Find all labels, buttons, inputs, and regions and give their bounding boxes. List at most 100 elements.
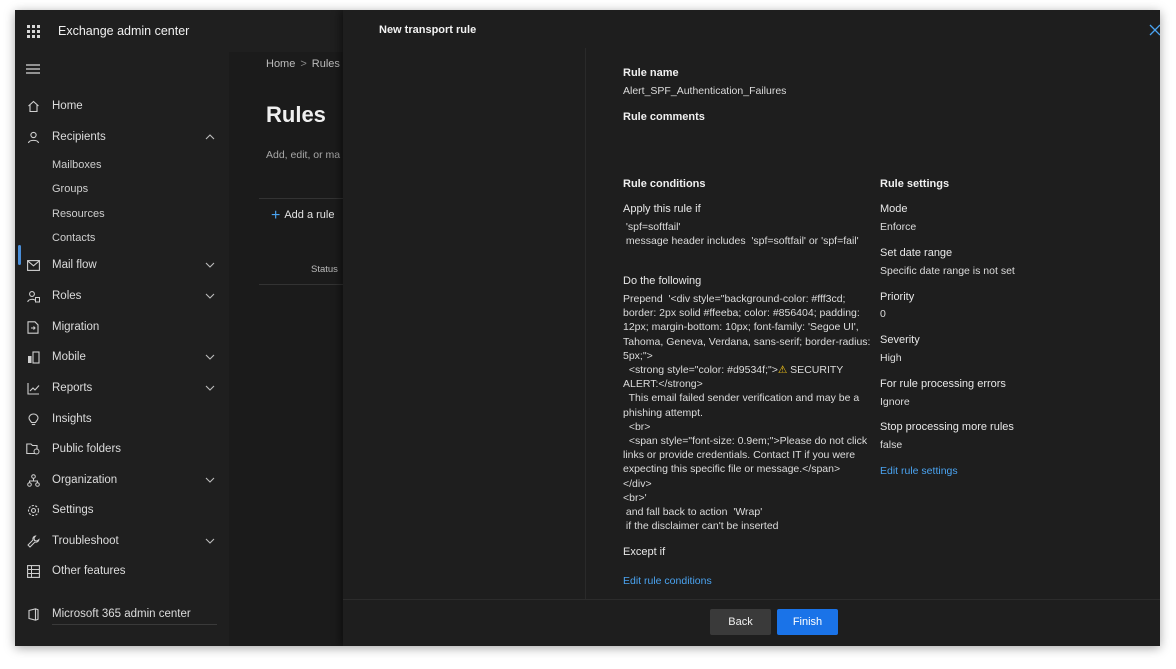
app-title: Exchange admin center	[58, 24, 190, 38]
rule-comments-label: Rule comments	[623, 111, 705, 123]
exchange-admin-window: Exchange admin center Home Recipients Ma…	[15, 10, 1160, 646]
person-icon	[26, 130, 40, 144]
apply-rule-if-value: 'spf=softfail' message header includes '…	[625, 221, 859, 248]
close-icon[interactable]	[1149, 24, 1160, 36]
rules-page: Home > Rules Rules Add, edit, or ma + Add a…	[229, 52, 343, 646]
nav-item-label: Troubleshoot	[52, 535, 119, 547]
add-rule-label: Add a rule	[284, 209, 335, 221]
status-column-header[interactable]: Status	[311, 264, 338, 275]
nav-item-label: Recipients	[52, 131, 106, 143]
nav-subitem-contacts[interactable]: Contacts	[52, 232, 95, 244]
public-folder-icon	[26, 442, 40, 456]
nav-item-settings[interactable]: Settings	[15, 497, 229, 523]
nav-item-label: Mail flow	[52, 259, 97, 271]
rule-conditions-heading: Rule conditions	[623, 178, 706, 190]
nav-subitem-groups[interactable]: Groups	[52, 183, 88, 195]
nav-subitem-resources[interactable]: Resources	[52, 208, 105, 220]
chevron-down-icon[interactable]	[205, 260, 215, 270]
grid-icon	[26, 564, 40, 578]
rule-name-value: Alert_SPF_Authentication_Failures	[623, 85, 787, 97]
mail-icon	[26, 258, 40, 272]
left-navigation: Home Recipients Mailboxes Groups Resourc…	[15, 52, 229, 646]
rule-name-label: Rule name	[623, 67, 679, 79]
chevron-down-icon[interactable]	[205, 352, 215, 362]
mobile-icon	[26, 350, 40, 364]
priority-label: Priority	[880, 291, 915, 303]
do-the-following-label: Do the following	[623, 275, 702, 287]
mode-label: Mode	[880, 203, 908, 215]
migration-icon	[26, 320, 40, 334]
stop-processing-label: Stop processing more rules	[880, 421, 1014, 433]
roles-icon	[26, 289, 40, 303]
action-text-part2: SECURITY	[787, 364, 844, 377]
lightbulb-icon	[26, 412, 40, 426]
date-range-value: Specific date range is not set	[880, 265, 1015, 277]
nav-item-label: Other features	[52, 565, 126, 577]
nav-item-recipients[interactable]: Recipients	[15, 124, 229, 150]
nav-item-migration[interactable]: Migration	[15, 314, 229, 340]
except-if-label: Except if	[623, 546, 666, 558]
breadcrumb: Home > Rules	[266, 58, 340, 70]
rules-divider	[259, 198, 343, 199]
nav-item-label: Public folders	[52, 443, 122, 455]
plus-icon: +	[271, 206, 281, 224]
nav-subitem-mailboxes[interactable]: Mailboxes	[52, 159, 102, 171]
back-button[interactable]: Back	[710, 609, 771, 635]
chevron-down-icon[interactable]	[205, 475, 215, 485]
finish-button[interactable]: Finish	[777, 609, 838, 635]
mode-value: Enforce	[880, 221, 917, 233]
page-title: Rules	[266, 102, 326, 127]
apply-rule-if-label: Apply this rule if	[623, 203, 701, 215]
nav-item-troubleshoot[interactable]: Troubleshoot	[15, 528, 229, 554]
panel-title: New transport rule	[379, 24, 477, 36]
breadcrumb-home[interactable]: Home	[266, 58, 295, 70]
nav-item-label: Roles	[52, 290, 82, 302]
nav-item-mail-flow[interactable]: Mail flow	[15, 252, 229, 278]
gear-icon	[26, 503, 40, 517]
nav-item-label: Home	[52, 100, 83, 112]
add-rule-button[interactable]: + Add a rule	[271, 206, 335, 224]
reports-icon	[26, 381, 40, 395]
breadcrumb-rules[interactable]: Rules	[312, 58, 340, 70]
nav-item-home[interactable]: Home	[15, 93, 229, 119]
nav-item-label: Mobile	[52, 351, 86, 363]
action-text-part3: ALERT:</strong> This email failed sender…	[623, 378, 868, 533]
wizard-steps-pane	[343, 48, 586, 599]
nav-item-roles[interactable]: Roles	[15, 283, 229, 309]
wrench-icon	[26, 534, 40, 548]
edit-rule-conditions-link[interactable]: Edit rule conditions	[623, 575, 712, 587]
top-bar: Exchange admin center	[15, 10, 345, 52]
footer-divider	[343, 599, 1160, 600]
page-description: Add, edit, or ma	[266, 149, 341, 161]
nav-item-m365-admin-center[interactable]: Microsoft 365 admin center	[15, 601, 229, 627]
office-icon	[26, 607, 40, 621]
nav-item-label: Organization	[52, 474, 118, 486]
date-range-label: Set date range	[880, 247, 953, 259]
chevron-down-icon[interactable]	[205, 536, 215, 546]
table-header-divider	[259, 284, 343, 285]
nav-item-label: Microsoft 365 admin center	[52, 608, 191, 620]
chevron-up-icon[interactable]	[205, 132, 215, 142]
chevron-down-icon[interactable]	[205, 291, 215, 301]
nav-item-label: Reports	[52, 382, 93, 394]
organization-icon	[26, 473, 40, 487]
home-icon	[26, 99, 40, 113]
warning-icon: ⚠	[777, 364, 788, 377]
nav-item-public-folders[interactable]: Public folders	[15, 436, 229, 462]
chevron-down-icon[interactable]	[205, 383, 215, 393]
hamburger-menu-icon[interactable]	[25, 62, 41, 76]
nav-item-organization[interactable]: Organization	[15, 467, 229, 493]
severity-label: Severity	[880, 334, 920, 346]
new-transport-rule-panel: New transport rule Rule name Alert_SPF_A…	[343, 10, 1160, 646]
edit-rule-settings-link[interactable]: Edit rule settings	[880, 465, 958, 477]
nav-item-insights[interactable]: Insights	[15, 406, 229, 432]
priority-value: 0	[880, 308, 886, 320]
rule-settings-heading: Rule settings	[880, 178, 950, 190]
stop-processing-value: false	[880, 439, 903, 451]
app-launcher-icon[interactable]	[15, 10, 51, 52]
nav-item-other-features[interactable]: Other features	[15, 558, 229, 584]
nav-item-label: Settings	[52, 504, 94, 516]
severity-value: High	[880, 352, 902, 364]
nav-item-reports[interactable]: Reports	[15, 375, 229, 401]
nav-item-mobile[interactable]: Mobile	[15, 344, 229, 370]
